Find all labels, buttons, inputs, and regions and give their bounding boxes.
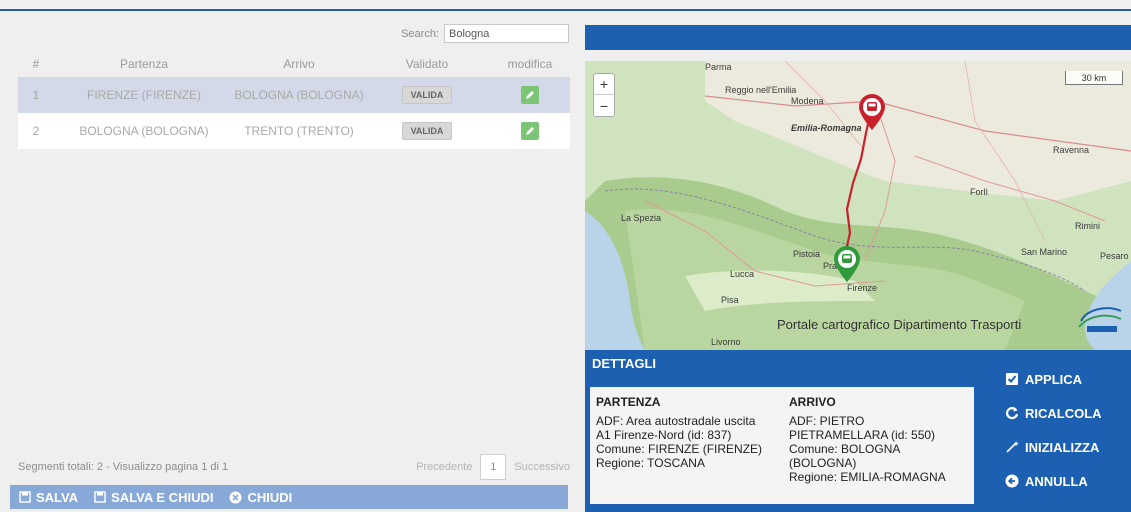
place-label: La Spezia bbox=[621, 213, 662, 223]
details-box: PARTENZA ADF: Area autostradale uscita A… bbox=[590, 387, 974, 504]
cancel-button[interactable]: ANNULLA bbox=[1005, 472, 1125, 490]
page-number-button[interactable]: 1 bbox=[480, 454, 507, 480]
recalculate-label: RICALCOLA bbox=[1025, 405, 1102, 421]
place-label: Parma bbox=[705, 62, 732, 72]
place-label: Firenze bbox=[847, 283, 878, 293]
apply-label: APPLICA bbox=[1025, 371, 1083, 387]
partenza-line: Comune: FIRENZE (FIRENZE) bbox=[596, 442, 763, 456]
route-map[interactable]: Parma Reggio nell'Emilia Modena Emilia-R… bbox=[585, 61, 1131, 350]
header-modifica: modifica bbox=[507, 57, 553, 71]
place-label: Pistoia bbox=[793, 249, 821, 259]
pagination-info: Segmenti totali: 2 - Visualizzo pagina 1… bbox=[18, 461, 229, 473]
apply-button[interactable]: APPLICA bbox=[1005, 370, 1125, 388]
map-scale: 30 km bbox=[1065, 71, 1123, 85]
row-partenza: BOLOGNA (BOLOGNA) bbox=[79, 124, 209, 138]
checkbox-icon bbox=[1006, 373, 1018, 385]
search-label: Search: bbox=[401, 27, 439, 40]
end-marker-icon[interactable] bbox=[857, 93, 887, 131]
floppy-icon bbox=[19, 491, 31, 503]
partenza-line: ADF: Area autostradale uscita bbox=[596, 414, 756, 428]
details-title: DETTAGLI bbox=[592, 356, 657, 371]
valida-button[interactable]: VALIDA bbox=[401, 122, 453, 140]
previous-page-link[interactable]: Precedente bbox=[416, 461, 472, 473]
header-arrivo[interactable]: Arrivo bbox=[234, 51, 364, 77]
arrivo-line: (BOLOGNA) bbox=[789, 456, 857, 470]
place-label: San Marino bbox=[1021, 247, 1068, 257]
start-marker-icon[interactable] bbox=[832, 245, 862, 283]
save-and-close-label: SALVA E CHIUDI bbox=[111, 489, 214, 505]
zoom-out-button[interactable]: − bbox=[594, 95, 614, 116]
arrivo-heading: ARRIVO bbox=[789, 395, 836, 409]
save-and-close-button[interactable]: SALVA E CHIUDI bbox=[94, 490, 213, 505]
search-input[interactable] bbox=[444, 24, 569, 43]
header-num[interactable]: # bbox=[18, 51, 54, 77]
action-buttons: APPLICA RICALCOLA INIZIALIZZA ANNULLA bbox=[1005, 370, 1125, 506]
partenza-column: PARTENZA ADF: Area autostradale uscita A… bbox=[596, 395, 796, 470]
edit-icon[interactable] bbox=[521, 86, 539, 104]
bottom-action-bar: SALVA SALVA E CHIUDI CHIUDI bbox=[10, 485, 568, 509]
place-label: Emilia-Romagna bbox=[791, 123, 862, 133]
row-arrivo: TRENTO (TRENTO) bbox=[244, 124, 354, 138]
recalculate-button[interactable]: RICALCOLA bbox=[1005, 404, 1125, 422]
arrivo-line: Comune: BOLOGNA bbox=[789, 442, 901, 456]
table-header: # Partenza Arrivo Validato modifica bbox=[18, 51, 570, 77]
row-partenza: FIRENZE (FIRENZE) bbox=[87, 88, 201, 102]
arrivo-line: ADF: PIETRO bbox=[789, 414, 865, 428]
place-label: Lucca bbox=[730, 269, 755, 279]
arrivo-line: Regione: EMILIA-ROMAGNA bbox=[789, 470, 946, 484]
floppy-icon bbox=[94, 491, 106, 503]
next-page-link[interactable]: Successivo bbox=[514, 461, 570, 473]
place-label: Livorno bbox=[711, 337, 741, 347]
initialize-button[interactable]: INIZIALIZZA bbox=[1005, 438, 1125, 456]
close-circle-icon bbox=[229, 491, 242, 503]
row-arrivo: BOLOGNA (BOLOGNA) bbox=[234, 88, 364, 102]
search-row: Search: bbox=[401, 24, 569, 43]
map-header-bar bbox=[585, 25, 1131, 50]
valida-button[interactable]: VALIDA bbox=[401, 86, 453, 104]
save-label: SALVA bbox=[36, 489, 79, 505]
place-label: Rimini bbox=[1075, 221, 1101, 231]
refresh-icon bbox=[1005, 407, 1019, 420]
cancel-label: ANNULLA bbox=[1025, 473, 1088, 489]
table-row[interactable]: 1 FIRENZE (FIRENZE) BOLOGNA (BOLOGNA) VA… bbox=[18, 77, 570, 113]
partenza-heading: PARTENZA bbox=[596, 395, 661, 409]
save-button[interactable]: SALVA bbox=[19, 490, 78, 505]
arrow-left-circle-icon bbox=[1005, 474, 1019, 488]
zoom-in-button[interactable]: + bbox=[594, 74, 614, 95]
partenza-line: Regione: TOSCANA bbox=[596, 456, 705, 470]
mit-logo-icon bbox=[1078, 307, 1122, 332]
zoom-control: + − bbox=[593, 73, 615, 117]
row-num: 1 bbox=[32, 88, 40, 102]
map-attribution: Portale cartografico Dipartimento Traspo… bbox=[777, 317, 1022, 332]
top-accent-line bbox=[0, 9, 1131, 11]
place-label: Reggio nell'Emilia bbox=[725, 85, 797, 95]
place-label: Ravenna bbox=[1053, 145, 1090, 155]
pagination-bar: Segmenti totali: 2 - Visualizzo pagina 1… bbox=[18, 452, 570, 482]
initialize-label: INIZIALIZZA bbox=[1025, 439, 1100, 455]
place-label: Forlì bbox=[970, 187, 988, 197]
close-button[interactable]: CHIUDI bbox=[229, 490, 292, 505]
arrivo-column: ARRIVO ADF: PIETRO PIETRAMELLARA (id: 55… bbox=[789, 395, 969, 484]
place-label: Modena bbox=[791, 96, 824, 106]
segments-panel: Search: # Partenza Arrivo Validato modif… bbox=[10, 15, 577, 512]
row-num: 2 bbox=[32, 124, 40, 138]
details-panel: DETTAGLI PARTENZA ADF: Area autostradale… bbox=[585, 350, 1131, 512]
edit-icon[interactable] bbox=[521, 122, 539, 140]
header-validato[interactable]: Validato bbox=[364, 51, 490, 77]
place-label: Pesaro bbox=[1100, 251, 1129, 261]
magic-wand-icon bbox=[1006, 441, 1019, 453]
partenza-line: A1 Firenze-Nord (id: 837) bbox=[596, 428, 732, 442]
close-label: CHIUDI bbox=[247, 489, 293, 505]
arrivo-line: PIETRAMELLARA (id: 550) bbox=[789, 428, 936, 442]
place-label: Pisa bbox=[721, 295, 739, 305]
table-row[interactable]: 2 BOLOGNA (BOLOGNA) TRENTO (TRENTO) VALI… bbox=[18, 113, 570, 149]
header-partenza[interactable]: Partenza bbox=[54, 51, 234, 77]
